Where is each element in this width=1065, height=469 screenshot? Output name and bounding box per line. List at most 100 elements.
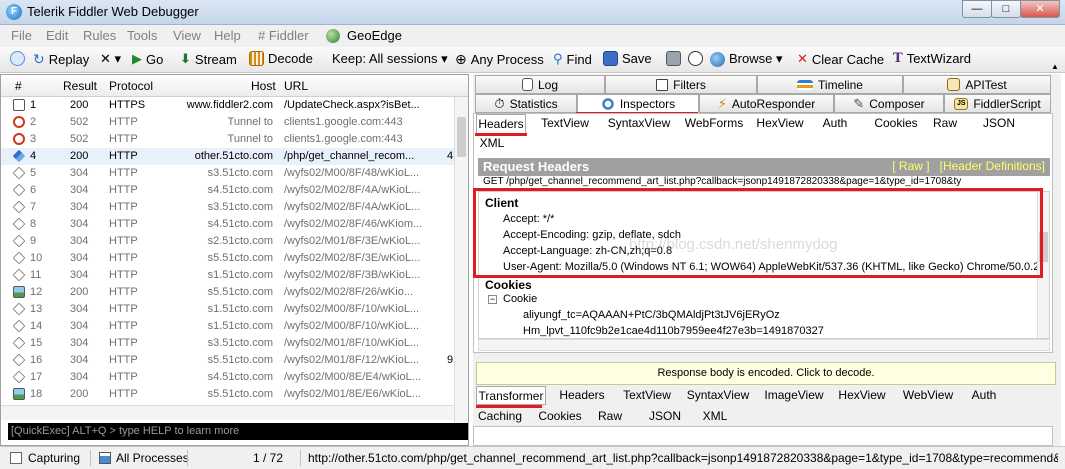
req-tab-cookies[interactable]: Cookies xyxy=(871,114,921,133)
req-tab-webforms[interactable]: WebForms xyxy=(681,114,747,133)
maximize-button[interactable]: □ xyxy=(991,0,1021,18)
session-row[interactable]: 18 200 HTTP s5.51cto.com/wyfs02/M01/8E/E6/w… xyxy=(1,386,454,403)
session-row[interactable]: 7 304 HTTP s3.51cto.com/wyfs02/M02/8F/4A/wK… xyxy=(1,199,454,216)
tab-composer[interactable]: ✎ Composer xyxy=(834,94,944,113)
tab-filters[interactable]: Filters xyxy=(605,75,757,94)
tab-log[interactable]: Log xyxy=(475,75,605,94)
stream-button[interactable]: ⬇ Stream xyxy=(180,51,237,67)
save-button[interactable]: Save xyxy=(603,51,652,66)
textwizard-button[interactable]: T TextWizard xyxy=(893,51,971,66)
session-row[interactable]: 9 304 HTTP s2.51cto.com/wyfs02/M01/8F/3E/wK… xyxy=(1,233,454,250)
collapse-icon[interactable]: − xyxy=(488,295,497,304)
quickexec-input[interactable]: [QuickExec] ALT+Q > type HELP to learn m… xyxy=(8,423,468,440)
session-row[interactable]: 8 304 HTTP s4.51cto.com/wyfs02/M02/8F/46/wK… xyxy=(1,216,454,233)
col-number[interactable]: # xyxy=(15,79,22,93)
col-result[interactable]: Result xyxy=(63,79,97,93)
resp-tab-transformer[interactable]: Transformer xyxy=(476,386,546,405)
process-filter[interactable]: All Processes xyxy=(116,451,189,465)
response-body-area[interactable] xyxy=(473,426,1053,446)
resp-tab-caching[interactable]: Caching xyxy=(476,407,524,426)
menu-rules[interactable]: Rules xyxy=(83,28,116,43)
session-row[interactable]: 1 200 HTTPS www.fiddler2.com/UpdateCheck.as… xyxy=(1,97,454,114)
clear-cache-button[interactable]: ✕ Clear Cache xyxy=(797,51,884,67)
session-vertical-scrollbar[interactable] xyxy=(454,97,468,423)
col-protocol[interactable]: Protocol xyxy=(109,79,153,93)
decode-notice[interactable]: Response body is encoded. Click to decod… xyxy=(476,362,1056,385)
resp-tab-xml[interactable]: XML xyxy=(701,407,729,426)
resp-tab-syntaxview[interactable]: SyntaxView xyxy=(686,386,750,405)
tab-fiddlerscript[interactable]: JS FiddlerScript xyxy=(944,94,1051,113)
cookie-aliyungf[interactable]: aliyungf_tc=AQAAAN+PtC/3bQMAldjPt3tJV6jE… xyxy=(523,309,780,321)
go-button[interactable]: ▶ Go xyxy=(132,51,163,67)
toolbar-scroll-up-icon[interactable]: ▲ xyxy=(1051,62,1061,71)
resp-tab-auth[interactable]: Auth xyxy=(967,386,1001,405)
session-row[interactable]: 17 304 HTTP s4.51cto.com/wyfs02/M00/8E/E4/w… xyxy=(1,369,454,386)
tab-timeline[interactable]: Timeline xyxy=(757,75,903,94)
resp-tab-textview[interactable]: TextView xyxy=(619,386,675,405)
raw-link[interactable]: [ Raw ] xyxy=(892,159,929,173)
session-list: # Result Protocol Host URL 1 200 HTTPS www.… xyxy=(0,74,469,446)
session-row[interactable]: 5 304 HTTP s3.51cto.com/wyfs02/M00/8F/48/wK… xyxy=(1,165,454,182)
cookie-node[interactable]: Cookie xyxy=(503,293,537,305)
resp-tab-raw[interactable]: Raw xyxy=(596,407,624,426)
any-process-button[interactable]: ⊕ Any Process xyxy=(455,51,544,68)
comment-button[interactable] xyxy=(10,51,25,66)
session-row[interactable]: 13 304 HTTP s1.51cto.com/wyfs02/M00/8F/10/w… xyxy=(1,301,454,318)
screenshot-button[interactable] xyxy=(666,51,681,66)
session-row[interactable]: 6 304 HTTP s4.51cto.com/wyfs02/M02/8F/4A/wK… xyxy=(1,182,454,199)
session-row[interactable]: 10 304 HTTP s5.51cto.com/wyfs02/M02/8F/3E/w… xyxy=(1,250,454,267)
menu-view[interactable]: View xyxy=(173,28,201,43)
resp-tab-cookies[interactable]: Cookies xyxy=(537,407,583,426)
capturing-status[interactable]: Capturing xyxy=(28,451,80,465)
minimize-button[interactable]: — xyxy=(962,0,992,18)
image-icon xyxy=(13,286,25,298)
menu-fiddler[interactable]: # Fiddler xyxy=(258,28,309,43)
decode-button[interactable]: Decode xyxy=(249,51,313,66)
menu-geoedge[interactable]: GeoEdge xyxy=(347,28,402,43)
resp-tab-imageview[interactable]: ImageView xyxy=(763,386,825,405)
close-button[interactable]: ✕ xyxy=(1020,0,1060,18)
header-definitions-link[interactable]: [Header Definitions] xyxy=(940,159,1045,173)
req-tab-json[interactable]: JSON xyxy=(983,114,1015,133)
session-row[interactable]: 12 200 HTTP s5.51cto.com/wyfs02/M02/8F/26/w… xyxy=(1,284,454,301)
req-tab-syntaxview[interactable]: SyntaxView xyxy=(605,114,673,133)
tab-autoresponder[interactable]: ⚡ AutoResponder xyxy=(699,94,834,113)
menu-file[interactable]: File xyxy=(11,28,32,43)
timer-button[interactable] xyxy=(688,51,703,66)
keep-sessions-dropdown[interactable]: Keep: All sessions ▾ xyxy=(332,51,448,67)
browse-button[interactable]: Browse ▾ xyxy=(710,51,783,67)
resp-tab-headers[interactable]: Headers xyxy=(556,386,608,405)
menu-help[interactable]: Help xyxy=(214,28,241,43)
replay-button[interactable]: ↻ Replay xyxy=(33,51,89,68)
session-row[interactable]: 3 502 HTTP Tunnel to clients1.google.com:443 xyxy=(1,131,454,148)
session-result: 200 xyxy=(70,286,89,298)
session-row[interactable]: 15 304 HTTP s3.51cto.com/wyfs02/M01/8F/10/w… xyxy=(1,335,454,352)
req-tab-hexview[interactable]: HexView xyxy=(755,114,805,133)
col-host[interactable]: Host xyxy=(251,79,276,93)
req-tab-auth[interactable]: Auth xyxy=(817,114,853,133)
session-row[interactable]: 4 200 HTTP other.51cto.com/php/get_channel_… xyxy=(1,148,454,165)
menu-tools[interactable]: Tools xyxy=(127,28,157,43)
find-button[interactable]: ⚲ Find xyxy=(553,51,592,67)
session-row[interactable]: 14 304 HTTP s1.51cto.com/wyfs02/M00/8F/10/w… xyxy=(1,318,454,335)
menu-edit[interactable]: Edit xyxy=(46,28,68,43)
col-url[interactable]: URL xyxy=(284,79,308,93)
cookie-hm-lpvt[interactable]: Hm_lpvt_110fc9b2e1cae4d110b7959ee4f27e3b… xyxy=(523,325,824,337)
tab-apitest[interactable]: APITest xyxy=(903,75,1051,94)
resp-tab-hexview[interactable]: HexView xyxy=(837,386,887,405)
remove-button[interactable]: ✕ ▾ xyxy=(100,51,121,67)
resp-tab-webview[interactable]: WebView xyxy=(901,386,955,405)
req-tab-xml[interactable]: XML xyxy=(478,134,506,153)
req-tab-headers[interactable]: Headers xyxy=(476,114,526,133)
scroll-thumb[interactable] xyxy=(457,117,466,157)
req-tab-textview[interactable]: TextView xyxy=(535,114,595,133)
session-row[interactable]: 16 304 HTTP s5.51cto.com/wyfs02/M01/8F/12/w… xyxy=(1,352,454,369)
resp-tab-json[interactable]: JSON xyxy=(649,407,681,426)
req-tab-raw[interactable]: Raw xyxy=(931,114,959,133)
session-horizontal-scrollbar[interactable] xyxy=(1,405,454,420)
session-row[interactable]: 2 502 HTTP Tunnel to clients1.google.com:443 xyxy=(1,114,454,131)
session-row[interactable]: 11 304 HTTP s1.51cto.com/wyfs02/M02/8F/3B/w… xyxy=(1,267,454,284)
tab-statistics[interactable]: ⏱ Statistics xyxy=(475,94,577,113)
headers-hscrollbar[interactable] xyxy=(478,339,1050,351)
tab-inspectors[interactable]: Inspectors xyxy=(577,94,699,113)
